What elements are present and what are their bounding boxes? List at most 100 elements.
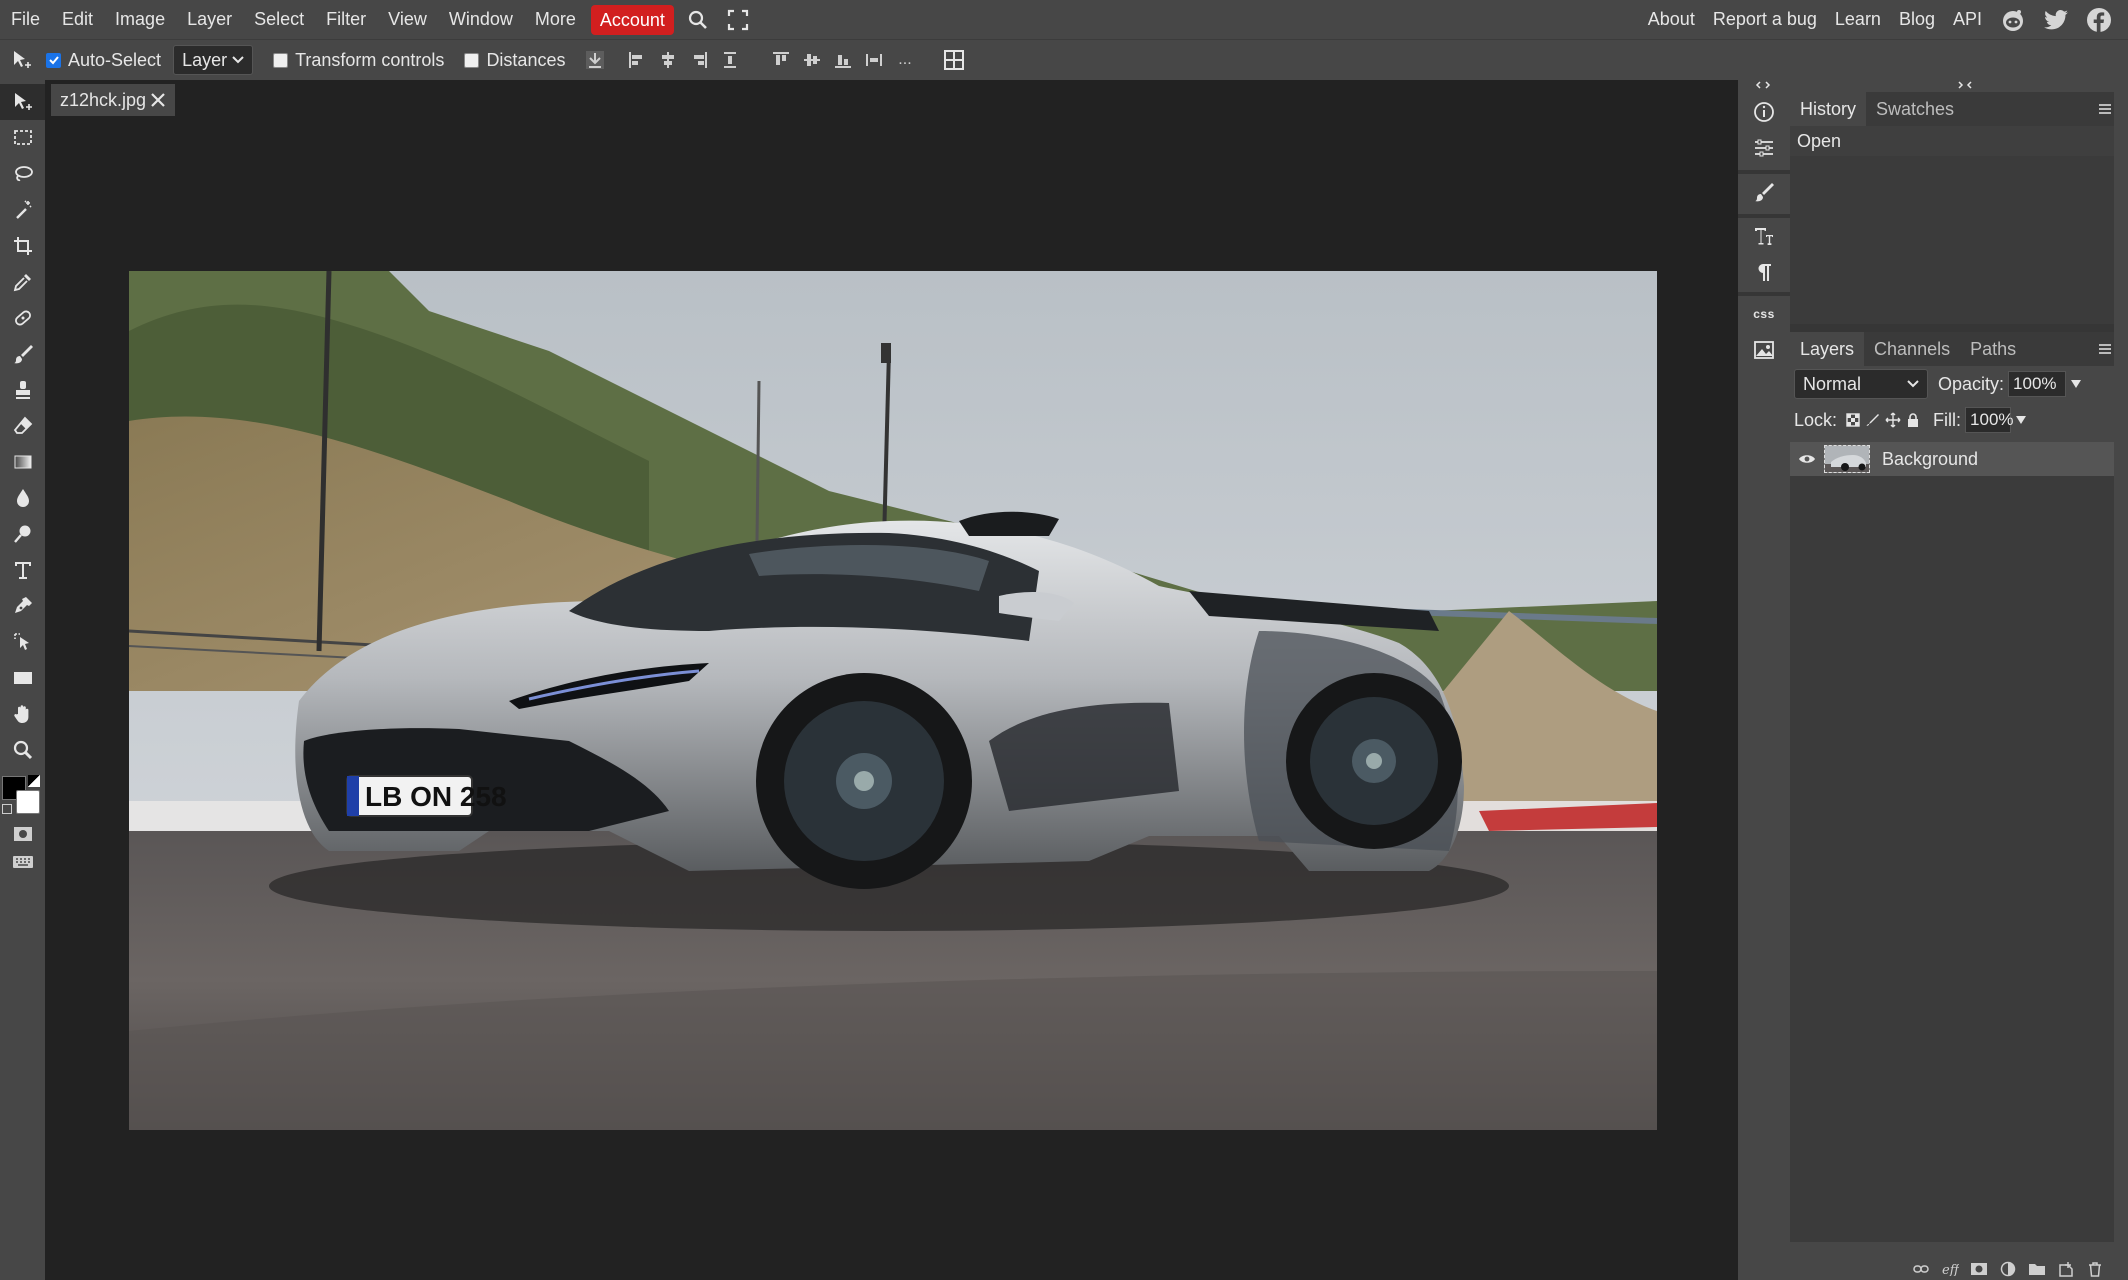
lock-pixels-icon[interactable]	[1865, 412, 1881, 428]
folder-icon[interactable]	[2023, 1255, 2050, 1280]
shape-tool-icon[interactable]	[0, 660, 45, 696]
tab-history[interactable]: History	[1790, 92, 1867, 126]
adjustment-icon[interactable]	[1994, 1255, 2021, 1280]
facebook-icon[interactable]	[2077, 0, 2120, 39]
menu-filter[interactable]: Filter	[315, 0, 377, 39]
align-left-icon[interactable]	[621, 40, 652, 80]
properties-icon[interactable]	[1740, 130, 1788, 166]
keyboard-icon[interactable]	[0, 848, 45, 876]
gradient-tool-icon[interactable]	[0, 444, 45, 480]
history-panel-menu-icon[interactable]	[2096, 100, 2114, 118]
transform-controls-checkbox[interactable]	[273, 52, 289, 68]
close-icon[interactable]	[149, 91, 167, 109]
link-icon[interactable]	[1907, 1255, 1934, 1280]
paragraph-icon[interactable]	[1740, 254, 1788, 290]
crop-tool-icon[interactable]	[0, 228, 45, 264]
lasso-tool-icon[interactable]	[0, 156, 45, 192]
lock-position-icon[interactable]	[1885, 412, 1901, 428]
reddit-icon[interactable]	[1991, 0, 2034, 39]
move-tool-icon[interactable]	[0, 84, 45, 120]
report-bug-link[interactable]: Report a bug	[1704, 9, 1826, 30]
default-colors-icon[interactable]	[2, 804, 12, 814]
collapse-panel-icon[interactable]	[1748, 80, 1778, 92]
color-swatches[interactable]	[0, 772, 45, 820]
transform-controls-option[interactable]: Transform controls	[273, 50, 444, 71]
hand-tool-icon[interactable]	[0, 696, 45, 732]
learn-link[interactable]: Learn	[1826, 9, 1890, 30]
blend-mode-select[interactable]: Normal	[1794, 369, 1928, 399]
new-layer-icon[interactable]	[2052, 1255, 2079, 1280]
align-right-icon[interactable]	[683, 40, 714, 80]
auto-select-target-select[interactable]: Layer	[173, 45, 254, 75]
healing-tool-icon[interactable]	[0, 300, 45, 336]
menu-file[interactable]: File	[0, 0, 51, 39]
menu-layer[interactable]: Layer	[176, 0, 243, 39]
download-icon[interactable]	[577, 40, 613, 80]
stamp-tool-icon[interactable]	[0, 372, 45, 408]
menu-image[interactable]: Image	[104, 0, 176, 39]
eyedropper-tool-icon[interactable]	[0, 264, 45, 300]
fill-dropdown-icon[interactable]	[2015, 415, 2027, 425]
twitter-icon[interactable]	[2034, 0, 2077, 39]
zoom-tool-icon[interactable]	[0, 732, 45, 768]
tab-layers[interactable]: Layers	[1790, 332, 1865, 366]
grid-icon[interactable]	[936, 40, 972, 80]
tab-swatches[interactable]: Swatches	[1866, 92, 1964, 126]
marquee-tool-icon[interactable]	[0, 120, 45, 156]
layer-row-background[interactable]: Background	[1790, 442, 2114, 476]
trash-icon[interactable]	[2081, 1255, 2108, 1280]
eraser-tool-icon[interactable]	[0, 408, 45, 444]
blog-link[interactable]: Blog	[1890, 9, 1944, 30]
image-icon[interactable]	[1740, 332, 1788, 368]
opacity-input[interactable]: 100%	[2008, 371, 2067, 397]
menu-window[interactable]: Window	[438, 0, 524, 39]
brush-tool-icon[interactable]	[0, 336, 45, 372]
text-tool-icon[interactable]	[0, 552, 45, 588]
background-color-swatch[interactable]	[16, 790, 40, 814]
brush-settings-icon[interactable]	[1740, 174, 1788, 210]
document-area[interactable]: z12hck.jpg LB ON 258	[45, 80, 1738, 1280]
fill-input[interactable]: 100%	[1965, 407, 2014, 433]
distances-option[interactable]: Distances	[464, 50, 565, 71]
expand-panel-icon[interactable]	[1950, 80, 1980, 92]
eye-icon[interactable]	[1798, 453, 1816, 465]
about-link[interactable]: About	[1639, 9, 1704, 30]
lock-transparency-icon[interactable]	[1845, 412, 1861, 428]
tab-channels[interactable]: Channels	[1864, 332, 1960, 366]
canvas-image[interactable]: LB ON 258	[129, 271, 1657, 1130]
more-options-button[interactable]: ...	[889, 40, 920, 80]
fullscreen-icon[interactable]	[718, 0, 758, 39]
distribute-h-icon[interactable]	[714, 40, 745, 80]
menu-view[interactable]: View	[377, 0, 438, 39]
layers-panel-menu-icon[interactable]	[2096, 340, 2114, 358]
effects-icon[interactable]: eff	[1936, 1255, 1963, 1280]
auto-select-checkbox[interactable]	[46, 52, 61, 68]
menu-select[interactable]: Select	[243, 0, 315, 39]
align-center-h-icon[interactable]	[652, 40, 683, 80]
dodge-tool-icon[interactable]	[0, 516, 45, 552]
blur-tool-icon[interactable]	[0, 480, 45, 516]
align-middle-v-icon[interactable]	[796, 40, 827, 80]
document-tab[interactable]: z12hck.jpg	[51, 84, 175, 116]
path-select-tool-icon[interactable]	[0, 624, 45, 660]
history-item-open[interactable]: Open	[1790, 126, 2114, 156]
account-button[interactable]: Account	[590, 4, 674, 35]
pen-tool-icon[interactable]	[0, 588, 45, 624]
auto-select-option[interactable]: Auto-Select	[46, 50, 161, 71]
opacity-dropdown-icon[interactable]	[2070, 379, 2082, 389]
menu-edit[interactable]: Edit	[51, 0, 104, 39]
tab-paths[interactable]: Paths	[1960, 332, 2026, 366]
info-icon[interactable]	[1740, 94, 1788, 130]
distribute-v-icon[interactable]	[858, 40, 889, 80]
magic-wand-tool-icon[interactable]	[0, 192, 45, 228]
align-top-icon[interactable]	[765, 40, 796, 80]
css-button[interactable]: css	[1740, 296, 1788, 332]
character-icon[interactable]	[1740, 218, 1788, 254]
align-bottom-icon[interactable]	[827, 40, 858, 80]
menu-more[interactable]: More	[524, 0, 587, 39]
lock-all-icon[interactable]	[1905, 412, 1921, 428]
search-icon[interactable]	[678, 0, 718, 39]
quick-mask-icon[interactable]	[0, 820, 45, 848]
distances-checkbox[interactable]	[464, 52, 480, 68]
mask-icon[interactable]	[1965, 1255, 1992, 1280]
